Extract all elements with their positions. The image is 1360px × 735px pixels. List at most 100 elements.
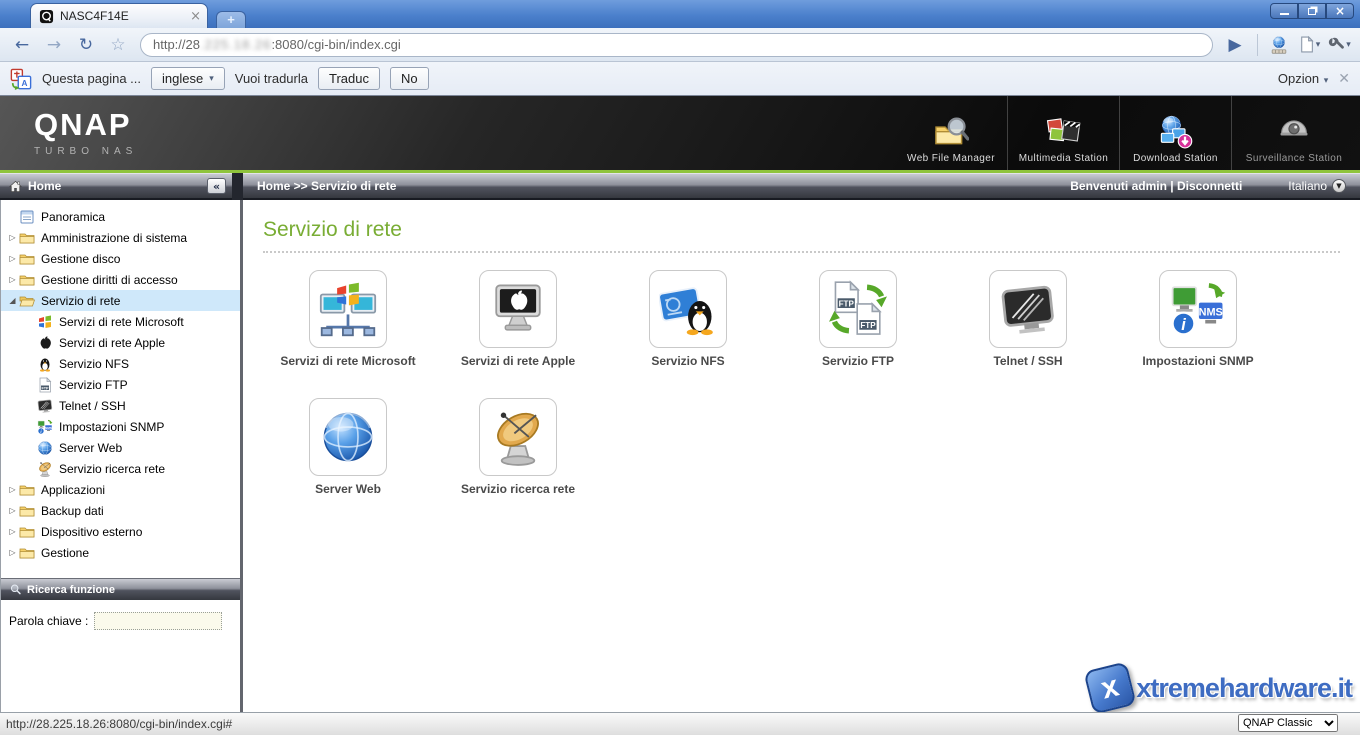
microsoft-network-tile[interactable]: [309, 270, 387, 348]
function-search-body: Parola chiave :: [1, 600, 240, 642]
bookmark-star-button[interactable]: ☆: [104, 32, 132, 58]
tree-label: Telnet / SSH: [59, 399, 126, 413]
expand-icon[interactable]: ▷: [6, 233, 19, 242]
close-button[interactable]: ×: [1326, 3, 1354, 19]
translate-infobar: Questa pagina ... inglese ▾ Vuoi tradurl…: [0, 62, 1360, 96]
tree-item-servizi-di-rete-apple[interactable]: Servizi di rete Apple: [1, 332, 240, 353]
no-button[interactable]: No: [390, 67, 429, 90]
folder-icon: [19, 251, 35, 267]
app-multimedia-station[interactable]: Multimedia Station: [1007, 96, 1119, 170]
restore-button[interactable]: [1298, 3, 1326, 19]
app-download-station[interactable]: Download Station: [1119, 96, 1231, 170]
infobar-close-icon[interactable]: ✕: [1338, 71, 1350, 87]
tree-item-gestione[interactable]: ▷ Gestione: [1, 542, 240, 563]
address-bar[interactable]: http://28.225.18.26:8080/cgi-bin/index.c…: [140, 33, 1213, 57]
translate-message: Questa pagina ...: [42, 71, 141, 86]
minimize-button[interactable]: [1270, 3, 1298, 19]
tile-servizio-ftp: Servizio FTP: [819, 270, 897, 368]
tree-label: Servizi di rete Microsoft: [59, 315, 184, 329]
page-menu-button[interactable]: ▾: [1296, 32, 1322, 58]
tree-item-gestione-diritti-di-accesso[interactable]: ▷ Gestione diritti di accesso: [1, 269, 240, 290]
tree-item-dispositivo-esterno[interactable]: ▷ Dispositivo esterno: [1, 521, 240, 542]
expand-icon[interactable]: ▷: [6, 527, 19, 536]
browser-toolbar: ← → ↻ ☆ http://28.225.18.26:8080/cgi-bin…: [0, 28, 1360, 62]
browser-tab[interactable]: NASC4F14E ×: [30, 3, 208, 28]
telnet-ssh-tile[interactable]: [989, 270, 1067, 348]
expand-icon[interactable]: ▷: [6, 506, 19, 515]
chevron-down-icon: ▾: [1324, 76, 1329, 86]
page-title: Servizio di rete: [263, 218, 1340, 242]
snmp-tile[interactable]: [1159, 270, 1237, 348]
tree-item-impostazioni-snmp[interactable]: Impostazioni SNMP: [1, 416, 240, 437]
new-tab-button[interactable]: +: [216, 11, 246, 28]
tree-item-telnet-ssh[interactable]: Telnet / SSH: [1, 395, 240, 416]
sidebar: Panoramica ▷ Amministrazione di sistema …: [0, 200, 243, 712]
options-dropdown[interactable]: Opzion ▾: [1278, 71, 1328, 86]
tree-item-panoramica[interactable]: Panoramica: [1, 206, 240, 227]
content-area: Panoramica ▷ Amministrazione di sistema …: [0, 200, 1360, 712]
options-label: Opzion: [1278, 71, 1319, 86]
tile-servizi-di-rete-apple: Servizi di rete Apple: [461, 270, 575, 368]
tree-item-servizio-ricerca-rete[interactable]: Servizio ricerca rete: [1, 458, 240, 479]
tile-label: Servizi di rete Microsoft: [280, 354, 415, 368]
ftp-transfer-icon: [829, 280, 887, 338]
satellite-dish-icon: [37, 461, 53, 477]
go-button[interactable]: ▶: [1221, 32, 1249, 58]
service-tile-grid: Servizi di rete Microsoft Servizi di ret…: [263, 270, 1340, 496]
tab-favicon-qnap-icon: [39, 9, 54, 24]
tree-item-servizio-nfs[interactable]: Servizio NFS: [1, 353, 240, 374]
collapse-tree-icon[interactable]: ◢: [6, 296, 19, 305]
chevron-down-icon: ▾: [209, 74, 214, 84]
minimize-icon: [1280, 13, 1289, 15]
tile-servizio-nfs: Servizio NFS: [649, 270, 727, 368]
panel-bar: Home « Home >> Servizio di rete Benvenut…: [0, 173, 1360, 200]
forward-button[interactable]: →: [40, 32, 68, 58]
ftp-document-icon: [37, 377, 53, 393]
windows-icon: [37, 314, 53, 330]
app-label: Web File Manager: [907, 153, 995, 164]
tile-telnet-ssh: Telnet / SSH: [989, 270, 1067, 368]
sidebar-home-label: Home: [28, 179, 61, 193]
expand-icon[interactable]: ▷: [6, 548, 19, 557]
app-surveillance-station[interactable]: Surveillance Station: [1231, 96, 1356, 170]
tree-item-servizi-di-rete-microsoft[interactable]: Servizi di rete Microsoft: [1, 311, 240, 332]
welcome-logout-text[interactable]: Benvenuti admin | Disconnetti: [1070, 179, 1242, 193]
language-selector[interactable]: Italiano ▼: [1288, 179, 1346, 193]
tree-item-amministrazione-di-sistema[interactable]: ▷ Amministrazione di sistema: [1, 227, 240, 248]
expand-icon[interactable]: ▷: [6, 254, 19, 263]
translate-extension-icon[interactable]: [1266, 32, 1292, 58]
tree-item-servizio-di-rete[interactable]: ◢ Servizio di rete: [1, 290, 240, 311]
theme-select[interactable]: QNAP Classic: [1238, 714, 1338, 732]
tile-label: Impostazioni SNMP: [1142, 354, 1253, 368]
tree-item-server-web[interactable]: Server Web: [1, 437, 240, 458]
nfs-tile[interactable]: [649, 270, 727, 348]
expand-icon[interactable]: ▷: [6, 485, 19, 494]
back-button[interactable]: ←: [8, 32, 36, 58]
globe-icon: [319, 408, 377, 466]
tile-servizio-ricerca-rete: Servizio ricerca rete: [461, 398, 575, 496]
network-discovery-tile[interactable]: [479, 398, 557, 476]
web-server-tile[interactable]: [309, 398, 387, 476]
language-dropdown[interactable]: inglese ▾: [151, 67, 225, 90]
app-web-file-manager[interactable]: Web File Manager: [895, 96, 1007, 170]
wrench-menu-button[interactable]: ▾: [1326, 32, 1352, 58]
surveillance-station-icon: [1276, 113, 1312, 149]
translate-button[interactable]: Traduc: [318, 67, 380, 90]
tree-item-applicazioni[interactable]: ▷ Applicazioni: [1, 479, 240, 500]
expand-icon[interactable]: ▷: [6, 275, 19, 284]
function-search-header: Ricerca funzione: [1, 578, 240, 600]
tile-impostazioni-snmp: Impostazioni SNMP: [1142, 270, 1253, 368]
tree-item-backup-dati[interactable]: ▷ Backup dati: [1, 500, 240, 521]
tile-label: Server Web: [315, 482, 381, 496]
tree-label: Server Web: [59, 441, 122, 455]
tree-item-gestione-disco[interactable]: ▷ Gestione disco: [1, 248, 240, 269]
browser-titlebar: NASC4F14E × + ×: [0, 0, 1360, 28]
ftp-tile[interactable]: [819, 270, 897, 348]
language-label: Italiano: [1288, 179, 1327, 193]
keyword-input[interactable]: [94, 612, 222, 630]
sidebar-collapse-button[interactable]: «: [207, 178, 226, 194]
tab-close-icon[interactable]: ×: [190, 10, 201, 23]
reload-button[interactable]: ↻: [72, 32, 100, 58]
tree-item-servizio-ftp[interactable]: Servizio FTP: [1, 374, 240, 395]
apple-network-tile[interactable]: [479, 270, 557, 348]
